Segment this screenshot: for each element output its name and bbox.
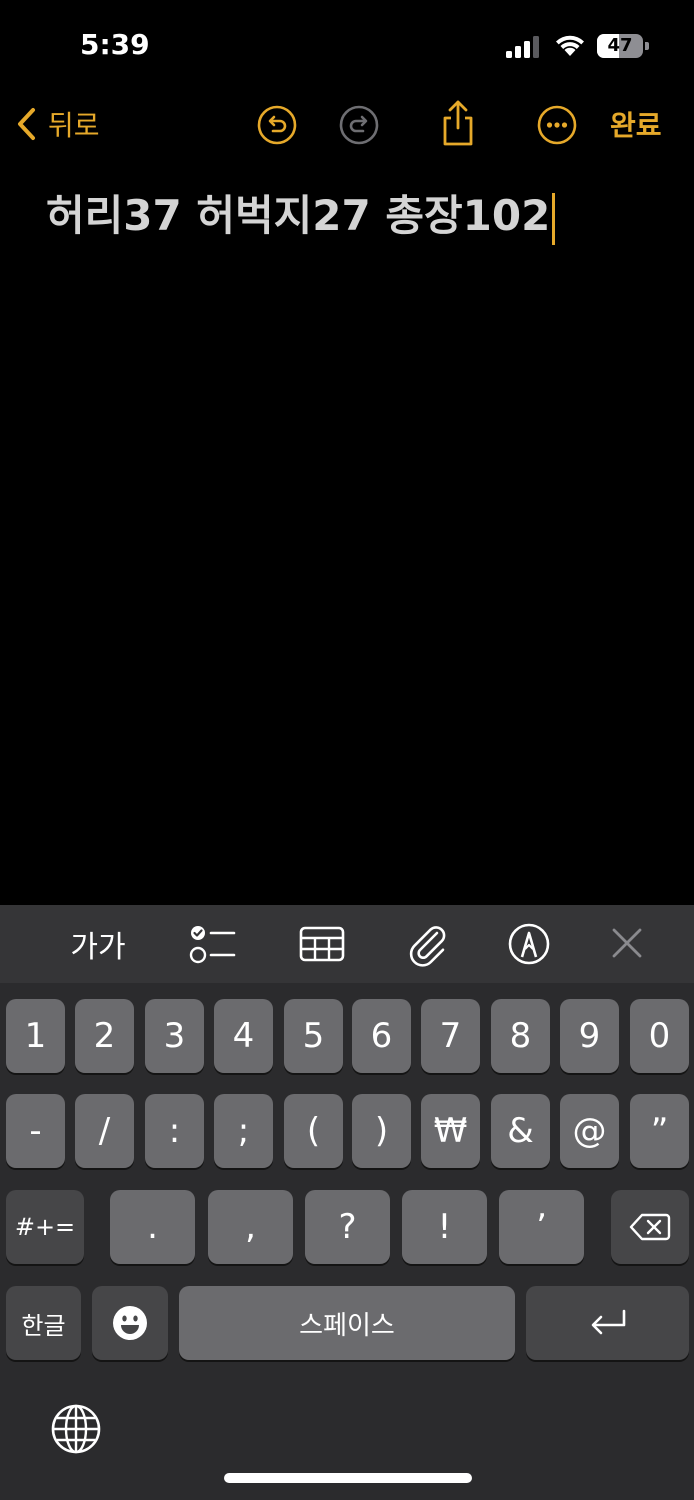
return-icon <box>591 1309 625 1335</box>
key-ampersand[interactable]: & <box>491 1094 550 1168</box>
key-close-paren[interactable]: ) <box>352 1094 411 1168</box>
key-won[interactable]: ₩ <box>421 1094 480 1168</box>
key-slash[interactable]: / <box>75 1094 134 1168</box>
keyboard: 가가 1 2 3 4 5 6 7 8 9 0 - /: ; () ₩ & @… <box>0 905 694 1500</box>
text-format-icon: 가가 <box>70 930 126 965</box>
key-colon[interactable]: : <box>145 1094 204 1168</box>
key-comma[interactable]: , <box>208 1190 293 1264</box>
space-key[interactable]: 스페이스 <box>179 1286 515 1360</box>
markup-pen-icon[interactable] <box>506 919 552 969</box>
wifi-icon <box>556 35 584 56</box>
key-8[interactable]: 8 <box>491 999 550 1073</box>
checklist-icon[interactable] <box>186 919 238 969</box>
battery-percent: 47 <box>607 35 633 56</box>
table-icon[interactable] <box>298 919 346 969</box>
redo-icon[interactable] <box>338 104 380 146</box>
key-period[interactable]: . <box>110 1190 195 1264</box>
back-button[interactable]: 뒤로 <box>14 102 100 146</box>
return-key[interactable] <box>526 1286 689 1360</box>
key-0[interactable]: 0 <box>630 999 689 1073</box>
key-at[interactable]: @ <box>560 1094 619 1168</box>
nav-bar: 뒤로 완료 <box>0 92 694 158</box>
key-6[interactable]: 6 <box>352 999 411 1073</box>
delete-key[interactable] <box>611 1190 689 1264</box>
emoji-icon <box>113 1306 147 1340</box>
key-2[interactable]: 2 <box>75 999 134 1073</box>
share-icon[interactable] <box>437 98 479 148</box>
battery-body: 47 <box>597 34 643 58</box>
key-apostrophe[interactable]: ’ <box>499 1190 584 1264</box>
home-indicator <box>224 1473 472 1483</box>
emoji-key[interactable] <box>92 1286 168 1360</box>
note-text-content: 허리37 허벅지27 총장102 <box>46 191 551 240</box>
key-exclamation[interactable]: ! <box>402 1190 487 1264</box>
keyboard-toolbar: 가가 <box>0 905 694 983</box>
globe-icon[interactable] <box>50 1403 102 1455</box>
key-3[interactable]: 3 <box>145 999 204 1073</box>
more-icon[interactable] <box>536 104 578 146</box>
text-format-button[interactable]: 가가 <box>58 919 138 969</box>
key-hyphen[interactable]: - <box>6 1094 65 1168</box>
text-cursor <box>552 192 556 245</box>
attachment-icon[interactable] <box>404 919 450 969</box>
back-label: 뒤로 <box>48 109 100 142</box>
undo-icon[interactable] <box>256 104 298 146</box>
key-quote[interactable]: ” <box>630 1094 689 1168</box>
key-question[interactable]: ? <box>305 1190 390 1264</box>
delete-icon <box>629 1213 671 1241</box>
symbols-toggle-key[interactable]: #+= <box>6 1190 84 1264</box>
chevron-left-icon <box>18 108 35 140</box>
note-editor[interactable]: 허리37 허벅지27 총장102 <box>0 160 694 905</box>
language-key[interactable]: 한글 <box>6 1286 81 1360</box>
status-bar: 5:39 47 <box>0 0 694 90</box>
key-5[interactable]: 5 <box>284 999 343 1073</box>
key-semicolon[interactable]: ; <box>214 1094 273 1168</box>
note-text[interactable]: 허리37 허벅지27 총장102 <box>46 182 556 245</box>
done-button[interactable]: 완료 <box>610 104 662 144</box>
battery-icon: 47 <box>597 34 649 58</box>
key-open-paren[interactable]: ( <box>284 1094 343 1168</box>
key-4[interactable]: 4 <box>214 999 273 1073</box>
key-9[interactable]: 9 <box>560 999 619 1073</box>
status-time: 5:39 <box>80 28 150 61</box>
cellular-signal-icon <box>506 36 539 58</box>
close-icon[interactable] <box>608 919 646 969</box>
key-1[interactable]: 1 <box>6 999 65 1073</box>
battery-cap <box>645 42 649 50</box>
key-7[interactable]: 7 <box>421 999 480 1073</box>
